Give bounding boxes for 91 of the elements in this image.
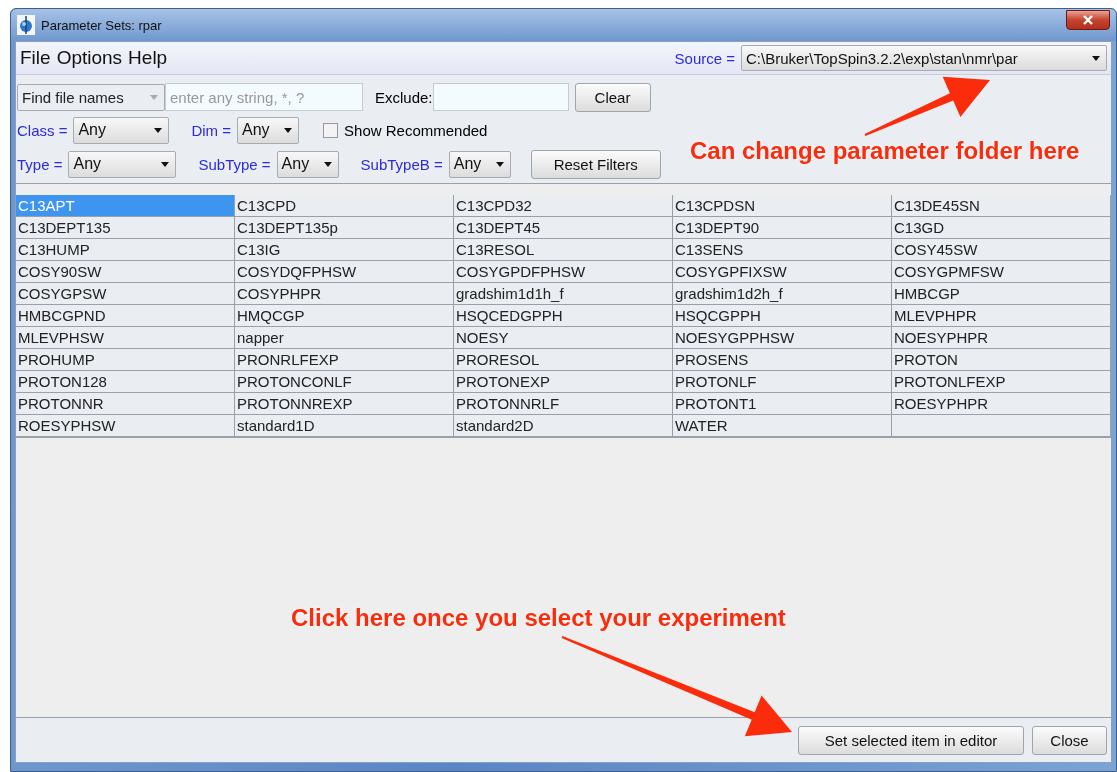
source-label: Source = bbox=[674, 49, 735, 67]
filter-label: SubType = bbox=[198, 155, 271, 173]
annotation-text: Click here once you select your experiment bbox=[291, 604, 786, 632]
source-dropdown[interactable]: C:\Bruker\TopSpin3.2.2\exp\stan\nmr\par bbox=[741, 45, 1107, 71]
list-item[interactable]: C13CPDSN bbox=[673, 195, 892, 217]
list-item[interactable]: COSY45SW bbox=[892, 239, 1111, 261]
filter-dropdown[interactable]: Any bbox=[448, 150, 511, 178]
list-item[interactable]: C13HUMP bbox=[16, 239, 235, 261]
exclude-label: Exclude: bbox=[375, 88, 433, 106]
list-item[interactable]: PROSENS bbox=[673, 349, 892, 371]
filter-dropdown[interactable]: Any bbox=[68, 150, 177, 178]
close-icon bbox=[1082, 15, 1094, 25]
list-item[interactable]: standard1D bbox=[235, 415, 454, 437]
dropdown-arrow-icon bbox=[1092, 55, 1100, 61]
list-item[interactable]: COSYGPFIXSW bbox=[673, 261, 892, 283]
dropdown-arrow-icon bbox=[161, 161, 170, 167]
list-item[interactable]: NOESYGPPHSW bbox=[673, 327, 892, 349]
dropdown-arrow-icon bbox=[323, 161, 332, 167]
checkbox-label: Show Recommended bbox=[344, 121, 488, 139]
list-item[interactable]: NOESYPHPR bbox=[892, 327, 1111, 349]
list-item[interactable]: WATER bbox=[673, 415, 892, 437]
list-item[interactable]: C13CPD bbox=[235, 195, 454, 217]
dropdown-arrow-icon bbox=[154, 127, 163, 133]
list-item[interactable]: PROHUMP bbox=[16, 349, 235, 371]
checkbox[interactable] bbox=[323, 122, 339, 138]
list-item[interactable]: PROTONLF bbox=[673, 371, 892, 393]
app-icon bbox=[17, 15, 35, 35]
list-item[interactable]: HMBCGP bbox=[892, 283, 1111, 305]
list-item[interactable]: gradshim1d1h_f bbox=[454, 283, 673, 305]
exclude-field[interactable] bbox=[432, 83, 569, 111]
clear-button[interactable]: Clear bbox=[574, 82, 651, 112]
list-item[interactable]: ROESYPHSW bbox=[16, 415, 235, 437]
list-item[interactable]: PRORESOL bbox=[454, 349, 673, 371]
list-item[interactable]: ROESYPHPR bbox=[892, 393, 1111, 415]
list-item[interactable]: PRONRLFEXP bbox=[235, 349, 454, 371]
list-item[interactable]: COSYDQFPHSW bbox=[235, 261, 454, 283]
list-item[interactable]: C13IG bbox=[235, 239, 454, 261]
list-item[interactable]: C13SENS bbox=[673, 239, 892, 261]
filter-label: Dim = bbox=[191, 121, 232, 139]
filter-dropdown[interactable]: Any bbox=[73, 116, 170, 144]
list-item[interactable]: COSYGPSW bbox=[16, 283, 235, 305]
search-field[interactable]: enter any string, *, ? bbox=[165, 83, 363, 111]
reset-filters-button[interactable]: Reset Filters bbox=[530, 149, 661, 179]
close-dialog-button[interactable]: Close bbox=[1032, 725, 1107, 755]
list-item[interactable]: MLEVPHPR bbox=[892, 305, 1111, 327]
filter-label: SubTypeB = bbox=[360, 155, 443, 173]
list-item[interactable]: C13DEPT90 bbox=[673, 217, 892, 239]
close-button[interactable] bbox=[1066, 10, 1110, 30]
list-item[interactable]: PROTONEXP bbox=[454, 371, 673, 393]
annotation-text: Can change parameter folder here bbox=[690, 137, 1080, 165]
list-item[interactable]: napper bbox=[235, 327, 454, 349]
list-item[interactable]: C13DEPT45 bbox=[454, 217, 673, 239]
menu-item[interactable]: Help bbox=[128, 47, 168, 69]
menu-item[interactable]: Options bbox=[56, 47, 123, 69]
list-item[interactable]: C13RESOL bbox=[454, 239, 673, 261]
list-item[interactable]: COSYPHPR bbox=[235, 283, 454, 305]
list-item[interactable]: PROTONNRLF bbox=[454, 393, 673, 415]
search-mode-dropdown[interactable]: Find file names bbox=[17, 83, 165, 111]
filter-dropdown[interactable]: Any bbox=[276, 150, 339, 178]
set-in-editor-button[interactable]: Set selected item in editor bbox=[798, 725, 1024, 755]
dropdown-arrow-icon bbox=[284, 127, 293, 133]
list-item[interactable]: HSQCEDGPPH bbox=[454, 305, 673, 327]
filter-label: Class = bbox=[17, 121, 68, 139]
list-item[interactable]: COSYGPMFSW bbox=[892, 261, 1111, 283]
menu-item[interactable]: File bbox=[20, 47, 51, 69]
list-item[interactable]: C13DEPT135 bbox=[16, 217, 235, 239]
list-item[interactable]: COSY90SW bbox=[16, 261, 235, 283]
list-item[interactable]: C13DEPT135p bbox=[235, 217, 454, 239]
list-item[interactable]: PROTONLFEXP bbox=[892, 371, 1111, 393]
list-item[interactable]: C13CPD32 bbox=[454, 195, 673, 217]
dropdown-arrow-icon bbox=[150, 94, 158, 100]
list-item[interactable]: PROTONNREXP bbox=[235, 393, 454, 415]
list-item[interactable]: PROTON bbox=[892, 349, 1111, 371]
list-item[interactable]: PROTONNR bbox=[16, 393, 235, 415]
list-item[interactable]: C13DE45SN bbox=[892, 195, 1111, 217]
filter-label: Type = bbox=[17, 155, 63, 173]
filter-dropdown[interactable]: Any bbox=[237, 116, 300, 144]
list-item[interactable]: NOESY bbox=[454, 327, 673, 349]
list-item[interactable]: HMQCGP bbox=[235, 305, 454, 327]
window-title: Parameter Sets: rpar bbox=[41, 17, 162, 33]
list-item[interactable]: COSYGPDFPHSW bbox=[454, 261, 673, 283]
dropdown-arrow-icon bbox=[495, 161, 504, 167]
list-item[interactable]: PROTON128 bbox=[16, 371, 235, 393]
list-item[interactable]: HMBCGPND bbox=[16, 305, 235, 327]
list-item[interactable]: MLEVPHSW bbox=[16, 327, 235, 349]
list-item[interactable]: PROTONT1 bbox=[673, 393, 892, 415]
list-item[interactable]: standard2D bbox=[454, 415, 673, 437]
list-item[interactable]: PROTONCONLF bbox=[235, 371, 454, 393]
list-item[interactable]: HSQCGPPH bbox=[673, 305, 892, 327]
list-item[interactable]: gradshim1d2h_f bbox=[673, 283, 892, 305]
list-item[interactable]: C13GD bbox=[892, 217, 1111, 239]
